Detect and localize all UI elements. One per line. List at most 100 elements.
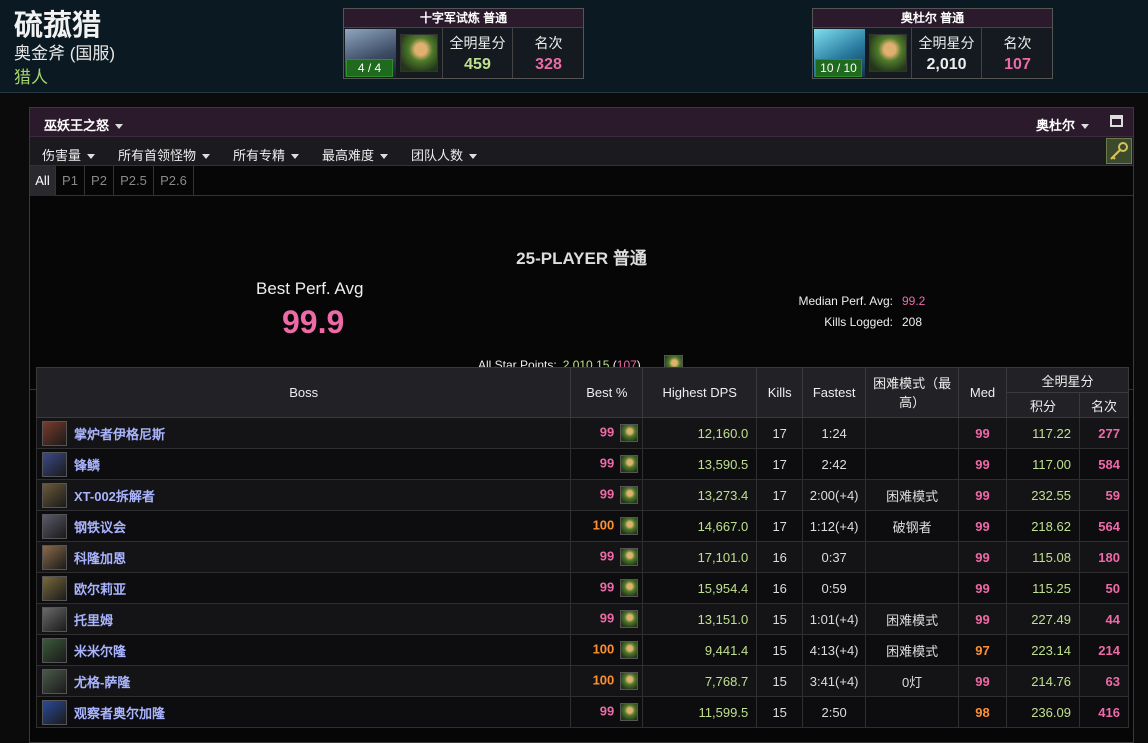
col-rank[interactable]: 名次 [1078, 392, 1130, 418]
fastest-cell[interactable]: 3:41(+4) [802, 665, 867, 697]
filter-difficulty[interactable]: 最高难度 [322, 145, 389, 164]
col-fastest[interactable]: Fastest [802, 367, 867, 418]
table-row[interactable]: 米米尔隆 100 9,441.4 15 4:13(+4) 困难模式 97 223.14 214 [35, 634, 1130, 666]
median-cell: 99 [958, 541, 1007, 573]
table-row[interactable]: 托里姆 99 13,151.0 15 1:01(+4) 困难模式 99 227.49 44 [35, 603, 1130, 635]
character-class: 猎人 [14, 68, 48, 87]
hard-mode-cell: 困难模式 [865, 634, 960, 666]
median-cell: 99 [958, 603, 1007, 635]
table-row[interactable]: 欧尔莉亚 99 15,954.4 16 0:59 99 115.25 50 [35, 572, 1130, 604]
boss-cell[interactable]: 钢铁议会 [35, 510, 572, 542]
boss-cell[interactable]: 欧尔莉亚 [35, 572, 572, 604]
boss-name-link[interactable]: XT-002拆解者 [74, 489, 155, 504]
highest-dps-cell[interactable]: 13,151.0 [642, 603, 758, 635]
highest-dps-cell[interactable]: 17,101.0 [642, 541, 758, 573]
table-row[interactable]: 观察者奥尔加隆 99 11,599.5 15 2:50 98 236.09 416 [35, 696, 1130, 728]
boss-cell[interactable]: XT-002拆解者 [35, 479, 572, 511]
boss-cell[interactable]: 尤格-萨隆 [35, 665, 572, 697]
tab-all[interactable]: All [30, 166, 56, 196]
col-hard-mode[interactable]: 困难模式（最高） [865, 367, 960, 418]
boss-name-link[interactable]: 米米尔隆 [74, 644, 126, 659]
table-row[interactable]: 科隆加恩 99 17,101.0 16 0:37 99 115.08 180 [35, 541, 1130, 573]
best-pct-value: 100 [592, 517, 615, 533]
median-cell: 97 [958, 634, 1007, 666]
median-cell: 99 [958, 572, 1007, 604]
fastest-cell[interactable]: 4:13(+4) [802, 634, 867, 666]
rank-label: 名次 [1003, 35, 1032, 51]
allstar-score-value: 2,010 [926, 56, 967, 73]
maximize-icon[interactable] [1110, 115, 1123, 127]
rank-value: 328 [535, 56, 562, 73]
difficulty-title: 25-PLAYER 普通 [516, 249, 647, 268]
zone-dropdown[interactable]: 巫妖王之怒 [44, 115, 124, 134]
table-row[interactable]: XT-002拆解者 99 13,273.4 17 2:00(+4) 困难模式 99 232.5… [35, 479, 1130, 511]
boss-name-link[interactable]: 钢铁议会 [74, 520, 126, 535]
boss-cell[interactable]: 科隆加恩 [35, 541, 572, 573]
best-pct-value: 99 [599, 703, 615, 719]
table-row[interactable]: 钢铁议会 100 14,667.0 17 1:12(+4) 破钢者 99 218.62 564 [35, 510, 1130, 542]
highest-dps-cell[interactable]: 11,599.5 [642, 696, 758, 728]
highest-dps-cell[interactable]: 7,768.7 [642, 665, 758, 697]
boss-name-link[interactable]: 托里姆 [74, 613, 113, 628]
fastest-cell[interactable]: 1:24 [802, 417, 867, 449]
tab-p2-6[interactable]: P2.6 [154, 166, 194, 196]
boss-cell[interactable]: 观察者奥尔加隆 [35, 696, 572, 728]
table-row[interactable]: 掌炉者伊格尼斯 99 12,160.0 17 1:24 99 117.22 277 [35, 417, 1130, 449]
highest-dps-cell[interactable]: 12,160.0 [642, 417, 758, 449]
rank-cell: 584 [1078, 448, 1130, 480]
col-boss[interactable]: Boss [35, 367, 572, 418]
filter-spec[interactable]: 所有专精 [233, 145, 300, 164]
boss-name-link[interactable]: 掌炉者伊格尼斯 [74, 427, 165, 442]
boss-cell[interactable]: 锋鳞 [35, 448, 572, 480]
hard-mode-cell [865, 448, 960, 480]
highest-dps-cell[interactable]: 13,590.5 [642, 448, 758, 480]
median-perf-value: 99.2 [902, 294, 926, 308]
key-icon[interactable] [1106, 138, 1132, 164]
points-cell: 115.25 [1006, 572, 1080, 604]
table-row[interactable]: 锋鳞 99 13,590.5 17 2:42 99 117.00 584 [35, 448, 1130, 480]
fastest-cell[interactable]: 1:12(+4) [802, 510, 867, 542]
best-pct-cell: 99 [570, 572, 644, 604]
boss-name-link[interactable]: 观察者奥尔加隆 [74, 706, 165, 721]
boss-name-link[interactable]: 锋鳞 [74, 458, 100, 473]
highest-dps-cell[interactable]: 9,441.4 [642, 634, 758, 666]
hard-mode-cell: 困难模式 [865, 603, 960, 635]
raid-rank-card-ulduar[interactable]: 奥杜尔 普通 10 / 10 全明星分 2,010 名次 107 [812, 8, 1053, 79]
raid-rank-card-toc[interactable]: 十字军试炼 普通 4 / 4 全明星分 459 名次 328 [343, 8, 584, 79]
boss-name-link[interactable]: 尤格-萨隆 [74, 675, 130, 690]
tab-p2-5[interactable]: P2.5 [114, 166, 154, 196]
col-kills[interactable]: Kills [756, 367, 804, 418]
boss-cell[interactable]: 米米尔隆 [35, 634, 572, 666]
allstar-score-label: 全明星分 [449, 35, 506, 51]
fastest-cell[interactable]: 0:59 [802, 572, 867, 604]
filter-boss[interactable]: 所有首领怪物 [118, 145, 211, 164]
tab-p2[interactable]: P2 [85, 166, 114, 196]
fastest-cell[interactable]: 2:00(+4) [802, 479, 867, 511]
fastest-cell[interactable]: 0:37 [802, 541, 867, 573]
table-row[interactable]: 尤格-萨隆 100 7,768.7 15 3:41(+4) 0灯 99 214.76 63 [35, 665, 1130, 697]
boss-cell[interactable]: 掌炉者伊格尼斯 [35, 417, 572, 449]
best-perf-label: Best Perf. Avg [256, 279, 364, 298]
boss-name-link[interactable]: 科隆加恩 [74, 551, 126, 566]
boss-cell[interactable]: 托里姆 [35, 603, 572, 635]
filter-metric[interactable]: 伤害量 [42, 145, 96, 164]
points-cell: 227.49 [1006, 603, 1080, 635]
col-median[interactable]: Med [958, 367, 1007, 418]
filter-bar: 伤害量 所有首领怪物 所有专精 最高难度 团队人数 [30, 137, 1133, 166]
kills-cell: 15 [756, 665, 804, 697]
highest-dps-cell[interactable]: 14,667.0 [642, 510, 758, 542]
col-points[interactable]: 积分 [1006, 392, 1080, 418]
filter-raid-size[interactable]: 团队人数 [411, 145, 478, 164]
raid-dropdown[interactable]: 奥杜尔 [1036, 115, 1089, 134]
col-best-pct[interactable]: Best % [570, 367, 644, 418]
rank-value: 107 [1004, 56, 1031, 73]
fastest-cell[interactable]: 2:50 [802, 696, 867, 728]
boss-portrait-icon [42, 637, 67, 663]
tab-p1[interactable]: P1 [56, 166, 85, 196]
fastest-cell[interactable]: 2:42 [802, 448, 867, 480]
col-highest-dps[interactable]: Highest DPS [642, 367, 758, 418]
fastest-cell[interactable]: 1:01(+4) [802, 603, 867, 635]
highest-dps-cell[interactable]: 13,273.4 [642, 479, 758, 511]
highest-dps-cell[interactable]: 15,954.4 [642, 572, 758, 604]
boss-name-link[interactable]: 欧尔莉亚 [74, 582, 126, 597]
